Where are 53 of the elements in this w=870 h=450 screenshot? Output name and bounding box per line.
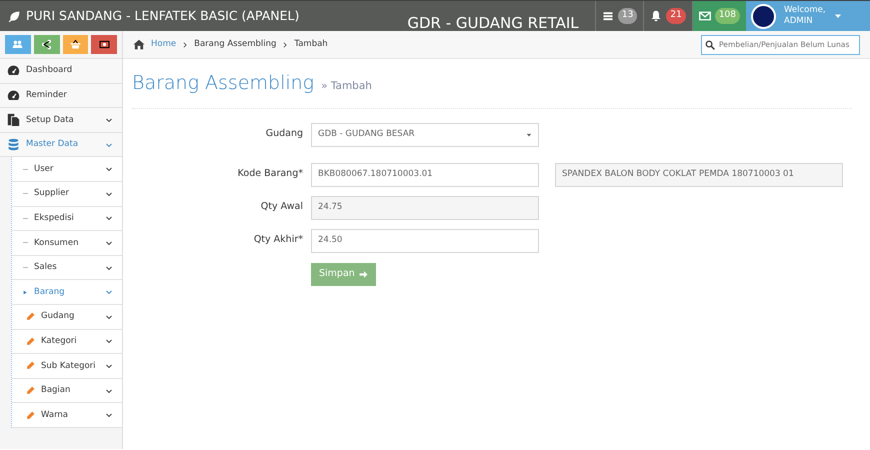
leaf-icon bbox=[8, 10, 21, 22]
field-label: Gudang bbox=[264, 127, 303, 142]
description-field: SPANDEX BALON BODY COKLAT PEMDA 180710003 01 bbox=[555, 162, 843, 186]
search-icon bbox=[705, 40, 715, 50]
avatar bbox=[751, 4, 776, 28]
breadcrumb-item: Tambah bbox=[294, 38, 328, 51]
select-field[interactable]: GDB - GUDANG BESAR bbox=[311, 122, 539, 146]
caret-icon bbox=[23, 288, 28, 296]
sidebar-item[interactable]: Bagian bbox=[12, 378, 122, 404]
chevron-icon bbox=[182, 42, 188, 48]
home-icon bbox=[133, 39, 145, 50]
warehouse-title: GDR - GUDANG RETAIL bbox=[407, 13, 579, 34]
welcome-text: Welcome, bbox=[784, 5, 826, 16]
count-badge: 13 bbox=[618, 8, 638, 24]
pencil-icon bbox=[26, 336, 35, 346]
user-name: ADMIN bbox=[784, 16, 814, 27]
count-badge: 21 bbox=[666, 8, 686, 24]
breadcrumb-link[interactable]: Home bbox=[151, 38, 176, 51]
money-shortcut[interactable] bbox=[91, 35, 117, 54]
sidebar-item[interactable]: Kategori bbox=[12, 330, 122, 354]
share-icon bbox=[41, 39, 52, 50]
database-icon bbox=[7, 138, 20, 152]
dashboard-icon bbox=[7, 88, 20, 102]
envelope-icon bbox=[698, 10, 711, 22]
documents-icon bbox=[7, 113, 20, 126]
count-badge: 108 bbox=[714, 8, 740, 24]
sidebar-item[interactable]: Reminder bbox=[0, 84, 122, 108]
breadcrumb-item: Barang Assembling bbox=[194, 38, 276, 51]
arrow-right-icon bbox=[358, 270, 368, 278]
pencil-icon bbox=[26, 386, 35, 396]
pencil-icon bbox=[26, 312, 35, 322]
bell-icon bbox=[650, 10, 662, 22]
page-subtitle: » Tambah bbox=[321, 79, 372, 94]
field-label: Qty Akhir* bbox=[252, 233, 303, 248]
field-label: Kode Barang* bbox=[236, 167, 303, 182]
chevron-icon bbox=[282, 42, 288, 48]
money-icon bbox=[98, 39, 110, 50]
caret-icon bbox=[834, 12, 842, 20]
share-shortcut[interactable] bbox=[34, 35, 60, 54]
page-title: Barang Assembling bbox=[132, 71, 314, 96]
brand-title: PURI SANDANG - LENFATEK BASIC (APANEL) bbox=[26, 6, 300, 25]
pencil-icon bbox=[26, 410, 35, 420]
sidebar-item[interactable]: Ekspedisi bbox=[12, 206, 122, 232]
users-icon bbox=[12, 39, 24, 50]
caret-icon bbox=[526, 132, 532, 138]
list-icon bbox=[602, 10, 614, 22]
dashboard-icon bbox=[7, 64, 20, 78]
basket-icon bbox=[70, 39, 81, 50]
field-label: Qty Awal bbox=[260, 200, 303, 214]
input-field: 24.75 bbox=[311, 196, 539, 220]
pencil-icon bbox=[26, 361, 35, 370]
input-field[interactable]: BKB080067.180710003.01 bbox=[311, 162, 539, 186]
input-field[interactable]: 24.50 bbox=[311, 228, 539, 252]
